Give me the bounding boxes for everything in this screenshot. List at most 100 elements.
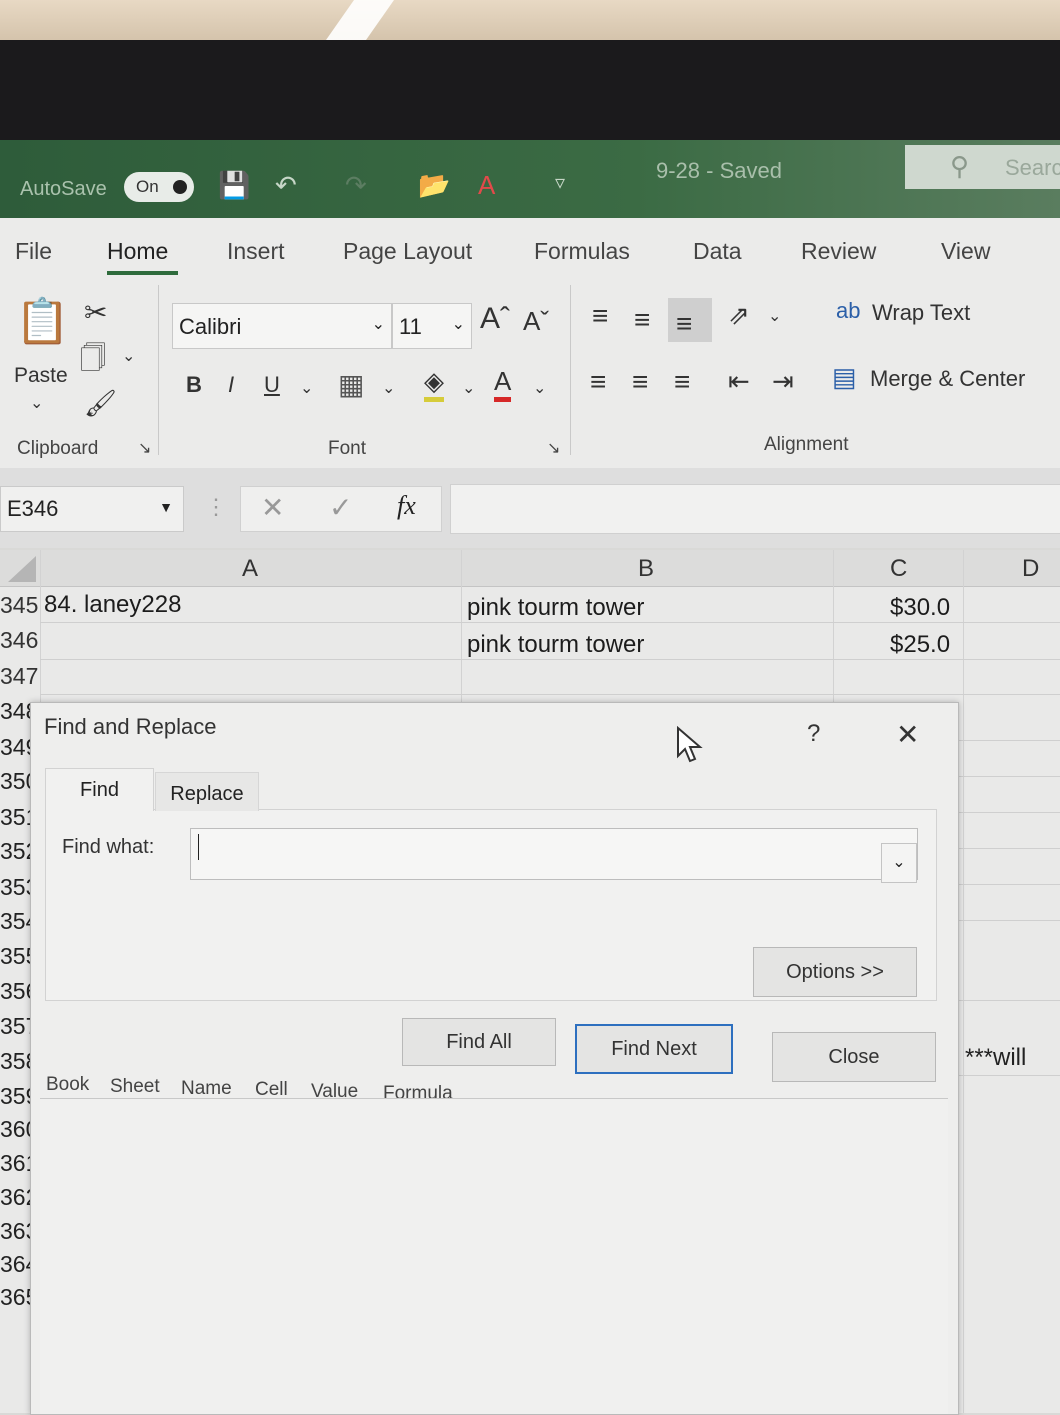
underline-button[interactable]: U xyxy=(264,372,280,398)
row-header[interactable]: 350 xyxy=(0,768,30,795)
row-header[interactable]: 360 xyxy=(0,1116,30,1143)
row-header[interactable]: 346 xyxy=(0,627,40,654)
fill-dropdown-icon[interactable]: ⌄ xyxy=(462,378,475,398)
cell-d358[interactable]: ***will xyxy=(965,1044,1026,1072)
increase-indent-icon[interactable]: ⇥ xyxy=(772,366,794,397)
search-box[interactable]: ⚲ Searc xyxy=(905,145,1060,189)
insert-function-button[interactable]: fx xyxy=(397,491,416,521)
tab-replace[interactable]: Replace xyxy=(155,772,259,811)
borders-dropdown-icon[interactable]: ⌄ xyxy=(382,378,395,398)
find-next-button[interactable]: Find Next xyxy=(575,1024,733,1074)
find-what-field[interactable] xyxy=(190,828,918,880)
column-header-a[interactable]: A xyxy=(242,555,258,583)
tab-data[interactable]: Data xyxy=(693,238,742,265)
tab-file[interactable]: File xyxy=(15,238,52,265)
results-column-book[interactable]: Book xyxy=(46,1074,89,1096)
font-color-icon[interactable]: A xyxy=(494,366,512,402)
row-header[interactable]: 351 xyxy=(0,804,30,831)
cell-c346[interactable]: $25.0 xyxy=(890,631,950,659)
customize-toolbar-icon[interactable]: ▿ xyxy=(555,170,565,195)
row-header[interactable]: 355 xyxy=(0,943,30,970)
tab-view[interactable]: View xyxy=(941,238,990,265)
help-button[interactable]: ? xyxy=(807,720,820,748)
row-header[interactable]: 354 xyxy=(0,908,30,935)
close-icon[interactable]: ✕ xyxy=(896,718,919,751)
cut-icon[interactable]: ✂ xyxy=(84,296,107,329)
row-header[interactable]: 362 xyxy=(0,1184,30,1211)
formula-input[interactable] xyxy=(450,484,1060,534)
column-header-d[interactable]: D xyxy=(1022,555,1039,583)
column-header-b[interactable]: B xyxy=(638,555,654,583)
name-box[interactable]: E346 ▼ xyxy=(0,486,184,532)
borders-icon[interactable]: ▦ xyxy=(338,368,364,401)
tab-formulas[interactable]: Formulas xyxy=(534,238,630,265)
undo-icon[interactable]: ↶ xyxy=(275,170,297,201)
save-icon[interactable]: 💾 xyxy=(218,170,250,201)
italic-button[interactable]: I xyxy=(228,372,234,398)
wrap-text-button[interactable]: Wrap Text xyxy=(872,300,970,326)
copy-dropdown-icon[interactable]: ⌄ xyxy=(122,346,135,366)
row-header[interactable]: 364 xyxy=(0,1251,30,1278)
row-header[interactable]: 353 xyxy=(0,874,30,901)
row-header[interactable]: 356 xyxy=(0,978,30,1005)
open-folder-icon[interactable]: 📂 xyxy=(418,170,450,201)
decrease-font-icon[interactable]: Aˇ xyxy=(523,306,549,337)
tab-page-layout[interactable]: Page Layout xyxy=(343,238,472,265)
tab-find[interactable]: Find xyxy=(45,768,154,811)
tab-review[interactable]: Review xyxy=(801,238,876,265)
increase-font-icon[interactable]: Aˆ xyxy=(480,302,510,336)
row-header[interactable]: 357 xyxy=(0,1013,30,1040)
results-list[interactable] xyxy=(40,1098,948,1414)
results-column-sheet[interactable]: Sheet xyxy=(110,1076,160,1098)
redo-icon[interactable]: ↷ xyxy=(345,170,367,201)
orientation-dropdown-icon[interactable]: ⌄ xyxy=(768,306,781,326)
cancel-icon[interactable]: ✕ xyxy=(261,491,284,524)
paste-label[interactable]: Paste xyxy=(14,364,68,388)
bottom-align-icon[interactable]: ≡ xyxy=(676,308,692,340)
results-column-name[interactable]: Name xyxy=(181,1078,232,1100)
top-align-icon[interactable]: ≡ xyxy=(592,300,608,332)
close-button[interactable]: Close xyxy=(772,1032,936,1082)
find-history-dropdown[interactable]: ⌄ xyxy=(881,843,917,883)
paste-icon[interactable]: 📋 xyxy=(15,295,70,347)
copy-icon[interactable]: 🗍 xyxy=(80,340,106,384)
font-launcher-icon[interactable]: ↘ xyxy=(547,438,560,458)
cell-a345[interactable]: 84. laney228 xyxy=(44,591,181,619)
orientation-icon[interactable]: ⇗ xyxy=(728,300,750,331)
row-header[interactable]: 358 xyxy=(0,1048,30,1075)
find-all-button[interactable]: Find All xyxy=(402,1018,556,1066)
align-center-icon[interactable]: ≡ xyxy=(632,366,648,398)
bold-button[interactable]: B xyxy=(186,372,202,398)
row-header[interactable]: 345 xyxy=(0,592,40,619)
paste-dropdown-icon[interactable]: ⌄ xyxy=(30,393,43,413)
row-header[interactable]: 361 xyxy=(0,1150,30,1177)
more-options-icon[interactable]: ⋮ xyxy=(205,494,227,520)
options-button[interactable]: Options >> xyxy=(753,947,917,997)
decrease-indent-icon[interactable]: ⇤ xyxy=(728,366,750,397)
row-header[interactable]: 349 xyxy=(0,734,30,761)
clipboard-launcher-icon[interactable]: ↘ xyxy=(138,438,151,458)
tab-home[interactable]: Home xyxy=(107,238,168,265)
row-header[interactable]: 348 xyxy=(0,698,30,725)
select-all-corner[interactable] xyxy=(8,556,36,582)
cell-c345[interactable]: $30.0 xyxy=(890,594,950,622)
font-color-quick-icon[interactable]: A xyxy=(478,170,495,201)
underline-dropdown-icon[interactable]: ⌄ xyxy=(300,378,313,398)
cell-b345[interactable]: pink tourm tower xyxy=(467,594,644,622)
font-size-select[interactable]: 11 ⌄ xyxy=(392,303,472,349)
row-header[interactable]: 359 xyxy=(0,1083,30,1110)
cell-b346[interactable]: pink tourm tower xyxy=(467,631,644,659)
enter-icon[interactable]: ✓ xyxy=(329,491,352,524)
align-right-icon[interactable]: ≡ xyxy=(674,366,690,398)
tab-insert[interactable]: Insert xyxy=(227,238,285,265)
merge-center-button[interactable]: Merge & Center xyxy=(870,366,1025,392)
row-header[interactable]: 347 xyxy=(0,663,40,690)
row-header[interactable]: 363 xyxy=(0,1218,30,1245)
fill-color-icon[interactable]: ◈ xyxy=(424,366,444,402)
font-color-dropdown-icon[interactable]: ⌄ xyxy=(533,378,546,398)
autosave-toggle[interactable]: On xyxy=(124,172,194,202)
align-left-icon[interactable]: ≡ xyxy=(590,366,606,398)
font-name-select[interactable]: Calibri ⌄ xyxy=(172,303,392,349)
column-header-c[interactable]: C xyxy=(890,555,907,583)
row-header[interactable]: 352 xyxy=(0,838,30,865)
